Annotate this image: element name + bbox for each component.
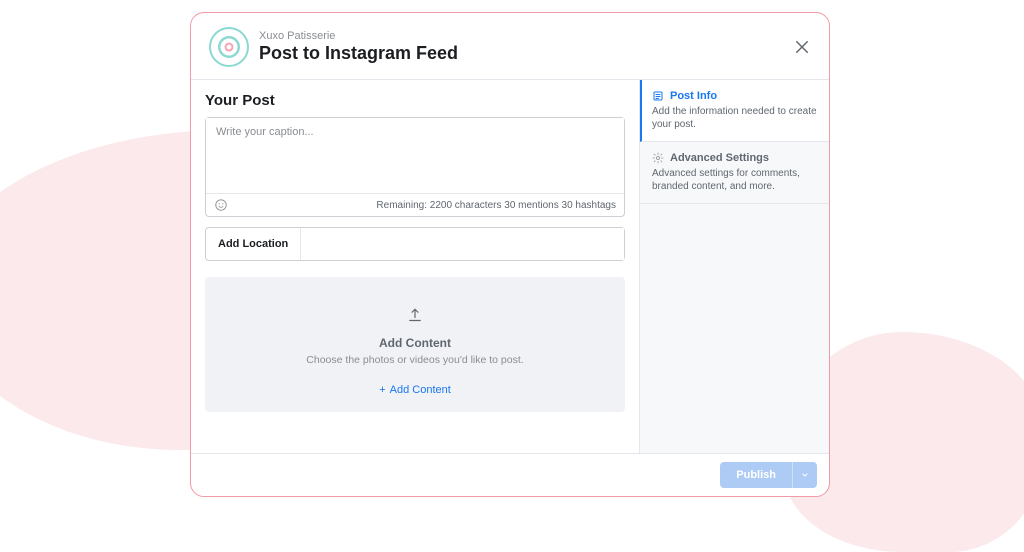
sidebar-item-title: Post Info [670, 90, 717, 102]
publish-dropdown-button[interactable] [792, 462, 817, 488]
section-title: Your Post [205, 92, 625, 109]
caption-input[interactable] [206, 118, 624, 188]
chevron-down-icon [801, 471, 809, 479]
content-drop-subtitle: Choose the photos or videos you'd like t… [215, 354, 615, 366]
caption-box: Remaining: 2200 characters 30 mentions 3… [205, 117, 625, 217]
location-label: Add Location [206, 228, 301, 260]
sidebar-item-title: Advanced Settings [670, 152, 769, 164]
publish-button[interactable]: Publish [720, 462, 792, 488]
content-drop-title: Add Content [215, 336, 615, 350]
account-name: Xuxo Patisserie [259, 30, 793, 43]
sidebar: Post Info Add the information needed to … [639, 80, 829, 453]
location-input[interactable] [301, 228, 624, 260]
plus-icon: + [379, 384, 385, 396]
upload-icon [215, 307, 615, 330]
post-info-icon [652, 90, 664, 102]
sidebar-item-advanced-settings[interactable]: Advanced Settings Advanced settings for … [640, 142, 829, 204]
donut-icon [216, 34, 242, 60]
add-content-link[interactable]: + Add Content [379, 384, 451, 396]
account-avatar [209, 27, 249, 67]
dialog-header: Xuxo Patisserie Post to Instagram Feed [191, 13, 829, 79]
main-panel: Your Post Remaining: 2200 characters 30 … [191, 80, 639, 453]
gear-icon [652, 152, 664, 164]
post-composer-dialog: Xuxo Patisserie Post to Instagram Feed Y… [190, 12, 830, 497]
location-box: Add Location [205, 227, 625, 261]
dialog-footer: Publish [191, 453, 829, 496]
close-icon[interactable] [793, 38, 811, 56]
sidebar-item-desc: Add the information needed to create you… [652, 105, 817, 131]
dialog-title: Post to Instagram Feed [259, 43, 793, 65]
caption-remaining: Remaining: 2200 characters 30 mentions 3… [376, 200, 616, 211]
sidebar-item-desc: Advanced settings for comments, branded … [652, 167, 817, 193]
emoji-icon[interactable] [214, 198, 228, 212]
sidebar-item-post-info[interactable]: Post Info Add the information needed to … [640, 80, 829, 142]
add-content-dropzone[interactable]: Add Content Choose the photos or videos … [205, 277, 625, 412]
